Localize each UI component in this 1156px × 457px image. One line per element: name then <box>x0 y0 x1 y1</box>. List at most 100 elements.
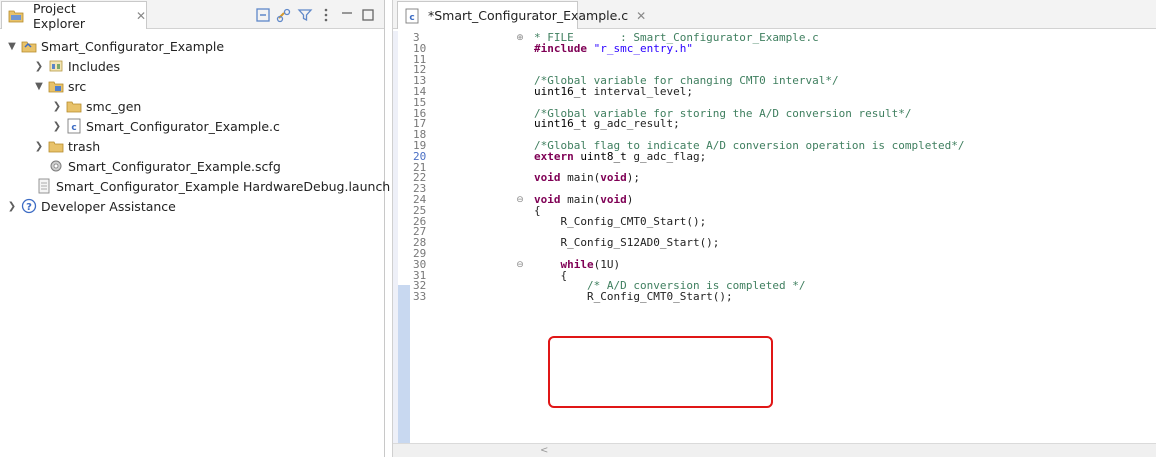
svg-text:c: c <box>71 123 76 133</box>
close-icon[interactable]: ✕ <box>136 9 146 23</box>
link-with-editor-icon[interactable] <box>276 7 292 23</box>
view-menu-icon[interactable] <box>318 7 334 23</box>
scroll-left-icon[interactable]: < <box>540 445 548 456</box>
maximize-icon[interactable] <box>360 7 376 23</box>
code-line[interactable]: #include "r_smc_entry.h" <box>534 43 1156 55</box>
tree-item-label: Smart_Configurator_Example.c <box>86 118 280 134</box>
project-tree: ▼ Smart_Configurator_Example ❯ Includes … <box>0 36 390 216</box>
code-line[interactable]: R_Config_S12AD0_Start(); <box>534 237 1156 249</box>
code-line[interactable]: while(1U) <box>534 259 1156 271</box>
explorer-tab-bar: Project Explorer ✕ <box>0 0 384 31</box>
folder-icon <box>66 98 82 114</box>
tree-item-label: src <box>68 78 87 94</box>
tree-item-scfg[interactable]: Smart_Configurator_Example.scfg <box>0 156 384 176</box>
filter-icon[interactable] <box>297 7 313 23</box>
chevron-right-icon[interactable]: ❯ <box>33 61 45 72</box>
fold-toggle-icon[interactable]: ⊕ <box>513 33 527 44</box>
tree-item-label: Smart_Configurator_Example <box>41 38 225 54</box>
code-editor-panel: c *Smart_Configurator_Example.c ✕ 3 10 11 1… <box>392 0 1156 457</box>
line-numbers: 3 10 11 12 13 14 15 16 17 18 19 20 21 22 23 24 25 26 27 28 2… <box>413 32 445 304</box>
svg-text:?: ? <box>26 202 32 213</box>
horizontal-scrollbar[interactable]: < <box>393 443 1156 457</box>
help-icon: ? <box>21 198 37 214</box>
code-line[interactable] <box>534 55 1156 66</box>
code-line[interactable]: extern uint8_t g_adc_flag; <box>534 151 1156 163</box>
tree-item-smc-gen[interactable]: ❯ smc_gen <box>0 96 384 116</box>
chevron-down-icon[interactable]: ▼ <box>6 41 18 52</box>
code-line[interactable]: R_Config_CMT0_Start(); <box>534 291 1156 303</box>
line-number: 33 <box>413 290 427 304</box>
tab-label: *Smart_Configurator_Example.c <box>428 8 629 23</box>
chevron-right-icon[interactable]: ❯ <box>33 141 45 152</box>
fold-toggle-icon[interactable]: ⊖ <box>513 195 527 206</box>
tree-item-includes[interactable]: ❯ Includes <box>0 56 384 76</box>
tree-item-label: Smart_Configurator_Example HardwareDebug… <box>56 178 391 194</box>
tree-item-label: Developer Assistance <box>41 198 176 214</box>
c-file-icon: c <box>66 118 82 134</box>
tree-item-src[interactable]: ▼ src <box>0 76 384 96</box>
tree-item-trash[interactable]: ❯ trash <box>0 136 384 156</box>
project-explorer-icon <box>8 8 24 24</box>
project-icon <box>21 38 37 54</box>
tree-item-c-file[interactable]: ❯ c Smart_Configurator_Example.c <box>0 116 384 136</box>
code-text[interactable]: * FILE : Smart_Configurator_Example.c #in… <box>534 32 1156 303</box>
tree-item-developer-assistance[interactable]: ❯ ? Developer Assistance <box>0 196 384 216</box>
svg-text:c: c <box>409 13 414 23</box>
collapse-all-icon[interactable] <box>255 7 271 23</box>
code-line[interactable]: void main(void); <box>534 172 1156 184</box>
close-icon[interactable]: ✕ <box>636 9 646 23</box>
tab-label: Project Explorer <box>33 0 86 31</box>
change-bar <box>398 285 410 443</box>
view-toolbar <box>255 6 381 23</box>
chevron-right-icon[interactable]: ❯ <box>51 101 63 112</box>
code-line[interactable]: uint16_t interval_level; <box>534 86 1156 98</box>
code-line[interactable] <box>534 249 1156 260</box>
code-line[interactable]: uint16_t g_adc_result; <box>534 118 1156 130</box>
c-file-icon: c <box>404 8 420 24</box>
tree-item-project[interactable]: ▼ Smart_Configurator_Example <box>0 36 384 56</box>
chevron-right-icon[interactable]: ❯ <box>51 121 63 132</box>
code-area[interactable]: 3 10 11 12 13 14 15 16 17 18 19 20 21 22 23 24 25 26 27 28 2… <box>393 31 1156 443</box>
tree-item-label: smc_gen <box>86 98 142 114</box>
scfg-file-icon <box>48 158 64 174</box>
folding-column: ⊕ ⊖ ⊖ <box>513 33 527 303</box>
code-line[interactable]: void main(void) <box>534 194 1156 206</box>
chevron-down-icon[interactable]: ▼ <box>33 81 45 92</box>
tab-smart-configurator-example-c[interactable]: c *Smart_Configurator_Example.c ✕ <box>397 1 646 29</box>
launch-file-icon <box>36 178 52 194</box>
tree-item-launch[interactable]: Smart_Configurator_Example HardwareDebug… <box>0 176 390 196</box>
minimize-icon[interactable] <box>339 7 355 23</box>
tree-item-label: trash <box>68 138 101 154</box>
folder-icon <box>48 138 64 154</box>
tree-item-label: Includes <box>68 58 121 74</box>
code-line[interactable]: R_Config_CMT0_Start(); <box>534 216 1156 228</box>
tab-project-explorer[interactable]: Project Explorer ✕ <box>1 0 147 31</box>
tree-item-label: Smart_Configurator_Example.scfg <box>68 158 281 174</box>
chevron-right-icon[interactable]: ❯ <box>6 201 18 212</box>
includes-icon <box>48 58 64 74</box>
fold-toggle-icon[interactable]: ⊖ <box>513 260 527 271</box>
project-explorer-panel: Project Explorer ✕ ▼ Smart_Configurator_… <box>0 0 390 457</box>
